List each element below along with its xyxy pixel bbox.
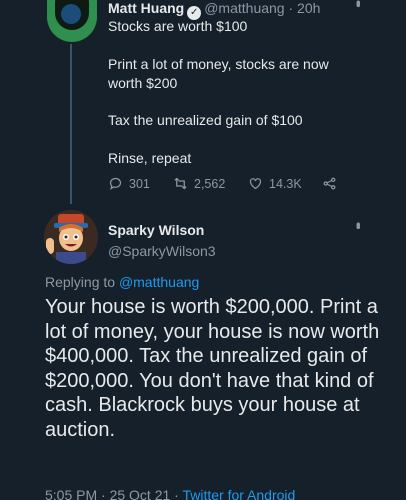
- like-button[interactable]: 14.3K: [248, 176, 302, 191]
- tweet-actions: 301 2,562 14.3K: [108, 176, 338, 192]
- retweet-icon: [174, 177, 187, 190]
- reply-icon: [109, 177, 122, 190]
- share-button[interactable]: [322, 176, 343, 191]
- reply-tweet-text: Your house is worth $200,000. Print a lo…: [45, 296, 380, 441]
- tweet-source-link[interactable]: Twitter for Android: [182, 487, 295, 500]
- reply-author-avatar[interactable]: [44, 210, 98, 264]
- share-icon: [323, 177, 336, 190]
- like-count: 14.3K: [269, 177, 302, 191]
- tweet-timestamp[interactable]: 5:05 PM · 25 Oct 21 ·: [45, 487, 182, 500]
- tweet-line: Tax the unrealized gain of $100: [108, 112, 303, 128]
- reply-count: 301: [129, 177, 150, 191]
- reply-author-handle[interactable]: @SparkyWilson3: [108, 243, 216, 259]
- time-separator: ·: [284, 0, 298, 16]
- more-icon[interactable]: •••: [351, 0, 366, 5]
- replying-to: Replying to @matthuang: [45, 274, 199, 290]
- tweet-line: Stocks are worth $100: [108, 18, 248, 34]
- tweet-time[interactable]: 20h: [297, 0, 320, 16]
- author-avatar[interactable]: [47, 0, 97, 42]
- author-name[interactable]: Matt Huang: [108, 0, 184, 16]
- like-icon: [249, 178, 262, 190]
- tweet-line: Rinse, repeat: [108, 150, 192, 166]
- more-icon[interactable]: •••: [351, 222, 366, 227]
- reply-button[interactable]: 301: [108, 176, 150, 191]
- retweet-count: 2,562: [194, 177, 226, 191]
- author-handle[interactable]: @matthuang: [204, 0, 284, 16]
- replying-to-handle-link[interactable]: @matthuang: [119, 274, 199, 290]
- thread-line: [70, 44, 72, 204]
- reply-author-name[interactable]: Sparky Wilson: [108, 222, 204, 238]
- replying-to-label: Replying to: [45, 274, 119, 290]
- tweet-line: Print a lot of money, stocks are now wor…: [108, 56, 329, 91]
- tweet-meta: 5:05 PM · 25 Oct 21 · Twitter for Androi…: [45, 487, 295, 500]
- parent-tweet[interactable]: Matt Huang ✓ @matthuang · 20h ••• Stocks a…: [0, 0, 406, 205]
- retweet-button[interactable]: 2,562: [173, 176, 225, 191]
